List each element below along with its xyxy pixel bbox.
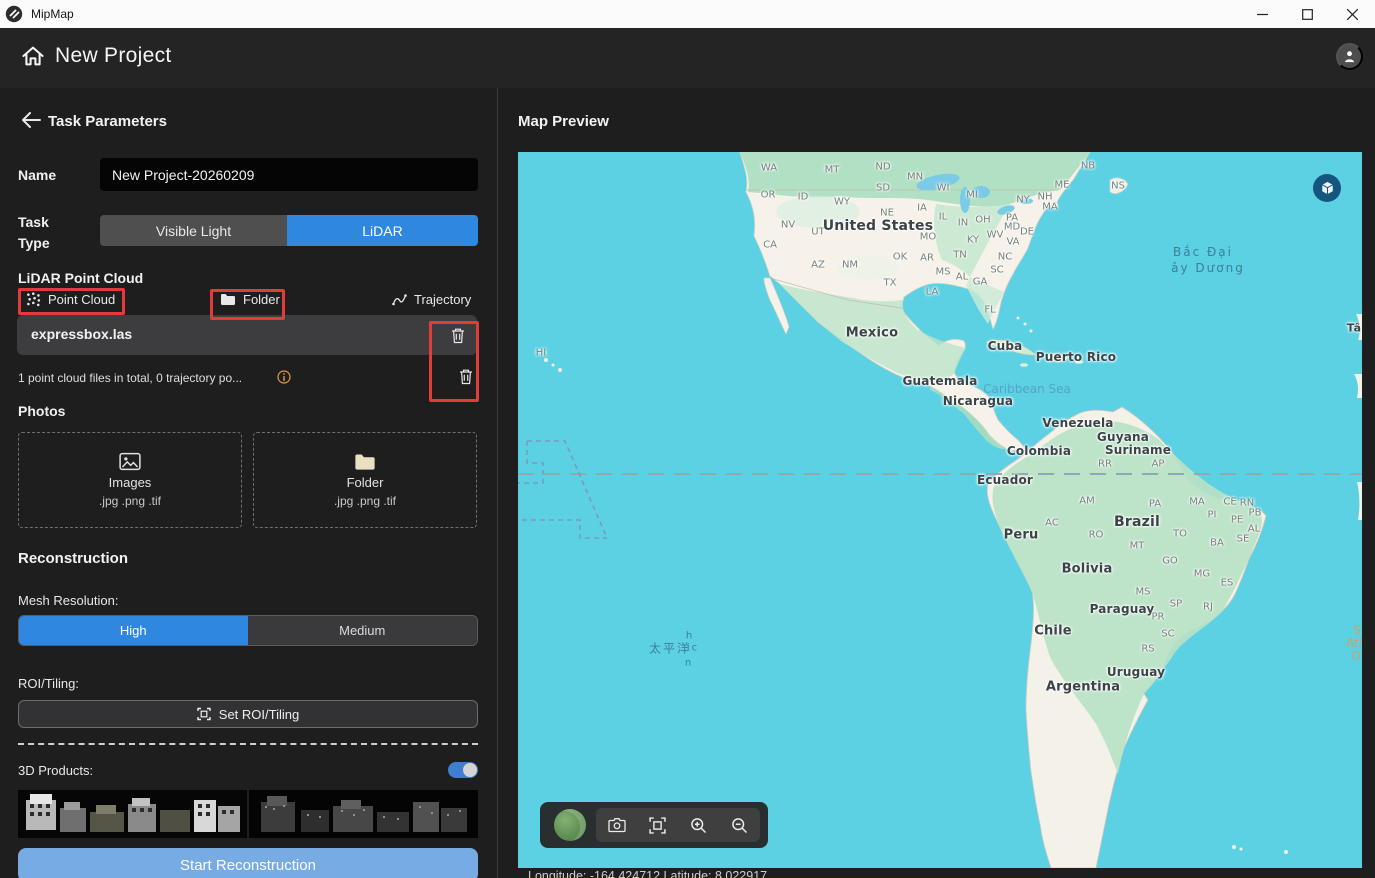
cube-3d-icon bbox=[1320, 180, 1335, 196]
fit-extent-button[interactable] bbox=[642, 810, 674, 840]
product-thumbnail-pointcloud bbox=[249, 790, 478, 838]
photos-folder-label: Folder bbox=[347, 475, 384, 490]
products-toggle[interactable] bbox=[448, 762, 478, 778]
back-arrow-icon bbox=[21, 112, 41, 128]
point-cloud-button-label: Point Cloud bbox=[48, 292, 115, 307]
window-minimize-button[interactable] bbox=[1240, 0, 1285, 28]
image-icon bbox=[119, 452, 141, 471]
file-name: expressbox.las bbox=[31, 326, 132, 342]
zoom-in-icon bbox=[690, 817, 707, 834]
map-preview-title: Map Preview bbox=[518, 113, 609, 130]
app-logo-icon bbox=[5, 5, 23, 23]
close-icon bbox=[1347, 9, 1358, 20]
folder-icon bbox=[220, 293, 236, 306]
minimize-icon bbox=[1257, 9, 1268, 20]
home-button[interactable] bbox=[20, 44, 46, 70]
map-layers-button[interactable] bbox=[1313, 174, 1341, 202]
name-label: Name bbox=[18, 167, 56, 183]
folder-icon bbox=[354, 453, 376, 471]
set-roi-button-label: Set ROI/Tiling bbox=[219, 707, 299, 722]
info-icon[interactable] bbox=[277, 370, 291, 389]
task-type-segmented: Visible Light LiDAR bbox=[100, 215, 478, 246]
mesh-resolution-label: Mesh Resolution: bbox=[18, 593, 118, 608]
back-button[interactable] bbox=[20, 112, 42, 130]
photos-folder-dropzone[interactable]: Folder .jpg .png .tif bbox=[253, 432, 477, 528]
user-avatar[interactable] bbox=[1336, 43, 1363, 70]
page-title: New Project bbox=[55, 44, 172, 68]
lidar-section-title: LiDAR Point Cloud bbox=[18, 270, 143, 286]
coordinates-readout: Longitude: -164.424712 Latitude: 8.02291… bbox=[528, 869, 767, 878]
map-land-graphics bbox=[518, 152, 1362, 868]
images-dropzone-label: Images bbox=[109, 475, 152, 490]
trash-icon bbox=[450, 327, 466, 344]
map-preview-panel: Map Preview bbox=[499, 88, 1375, 878]
trajectory-icon bbox=[392, 293, 407, 306]
images-dropzone[interactable]: Images .jpg .png .tif bbox=[18, 432, 242, 528]
scatter-dots-icon bbox=[26, 292, 41, 307]
start-reconstruction-button[interactable]: Start Reconstruction bbox=[18, 848, 478, 878]
map-tool-group bbox=[596, 808, 760, 842]
delete-file-button[interactable] bbox=[444, 321, 472, 349]
basemap-thumbnail[interactable] bbox=[554, 809, 586, 841]
task-type-lidar-button[interactable]: LiDAR bbox=[287, 215, 478, 246]
task-type-label: Task Type bbox=[18, 212, 64, 254]
panel-title: Task Parameters bbox=[48, 113, 167, 130]
window-close-button[interactable] bbox=[1330, 0, 1375, 28]
summary-text: 1 point cloud files in total, 0 trajecto… bbox=[18, 371, 242, 385]
zoom-out-icon bbox=[731, 817, 748, 834]
trajectory-button[interactable]: Trajectory bbox=[392, 292, 471, 307]
maximize-icon bbox=[1302, 9, 1313, 20]
home-icon bbox=[21, 45, 45, 67]
mesh-resolution-segmented: High Medium bbox=[18, 615, 478, 646]
title-bar: MipMap bbox=[0, 0, 1375, 28]
window-maximize-button[interactable] bbox=[1285, 0, 1330, 28]
mesh-high-button[interactable]: High bbox=[19, 616, 248, 645]
crop-frame-icon bbox=[197, 707, 211, 721]
screenshot-button[interactable] bbox=[601, 810, 633, 840]
section-divider bbox=[18, 743, 478, 745]
app-window: MipMap New Project bbox=[0, 0, 1375, 878]
trajectory-button-label: Trajectory bbox=[414, 292, 471, 307]
set-roi-button[interactable]: Set ROI/Tiling bbox=[18, 700, 478, 728]
folder-button-label: Folder bbox=[243, 292, 280, 307]
person-icon bbox=[1342, 49, 1357, 64]
point-cloud-button[interactable]: Point Cloud bbox=[26, 292, 115, 307]
map-canvas[interactable]: WAMTNDMNWIMIMENHMANBNSORIDWYSDIAILNYNEIN… bbox=[518, 152, 1362, 868]
zoom-in-button[interactable] bbox=[683, 810, 715, 840]
task-parameters-panel: Task Parameters Name Task Type Visible L… bbox=[0, 88, 498, 878]
toggle-knob bbox=[463, 763, 477, 777]
fit-extent-icon bbox=[649, 817, 666, 834]
photos-section-title: Photos bbox=[18, 403, 65, 419]
zoom-out-button[interactable] bbox=[724, 810, 756, 840]
camera-icon bbox=[608, 817, 626, 833]
app-header: New Project bbox=[0, 28, 1375, 88]
photos-folder-formats: .jpg .png .tif bbox=[334, 494, 396, 508]
roi-tiling-label: ROI/Tiling: bbox=[18, 676, 79, 691]
task-type-visible-light-button[interactable]: Visible Light bbox=[100, 215, 287, 246]
reconstruction-title: Reconstruction bbox=[18, 550, 128, 567]
point-cloud-file-row: expressbox.las bbox=[17, 315, 477, 355]
trash-icon bbox=[458, 368, 474, 385]
folder-button[interactable]: Folder bbox=[220, 292, 280, 307]
app-title: MipMap bbox=[31, 7, 74, 21]
product-thumbnail-mesh bbox=[18, 790, 247, 838]
images-dropzone-formats: .jpg .png .tif bbox=[99, 494, 161, 508]
products-label: 3D Products: bbox=[18, 763, 93, 778]
map-toolbar bbox=[540, 802, 768, 848]
project-name-input[interactable] bbox=[100, 158, 478, 191]
mesh-medium-button[interactable]: Medium bbox=[248, 616, 478, 645]
delete-all-button[interactable] bbox=[452, 362, 480, 390]
